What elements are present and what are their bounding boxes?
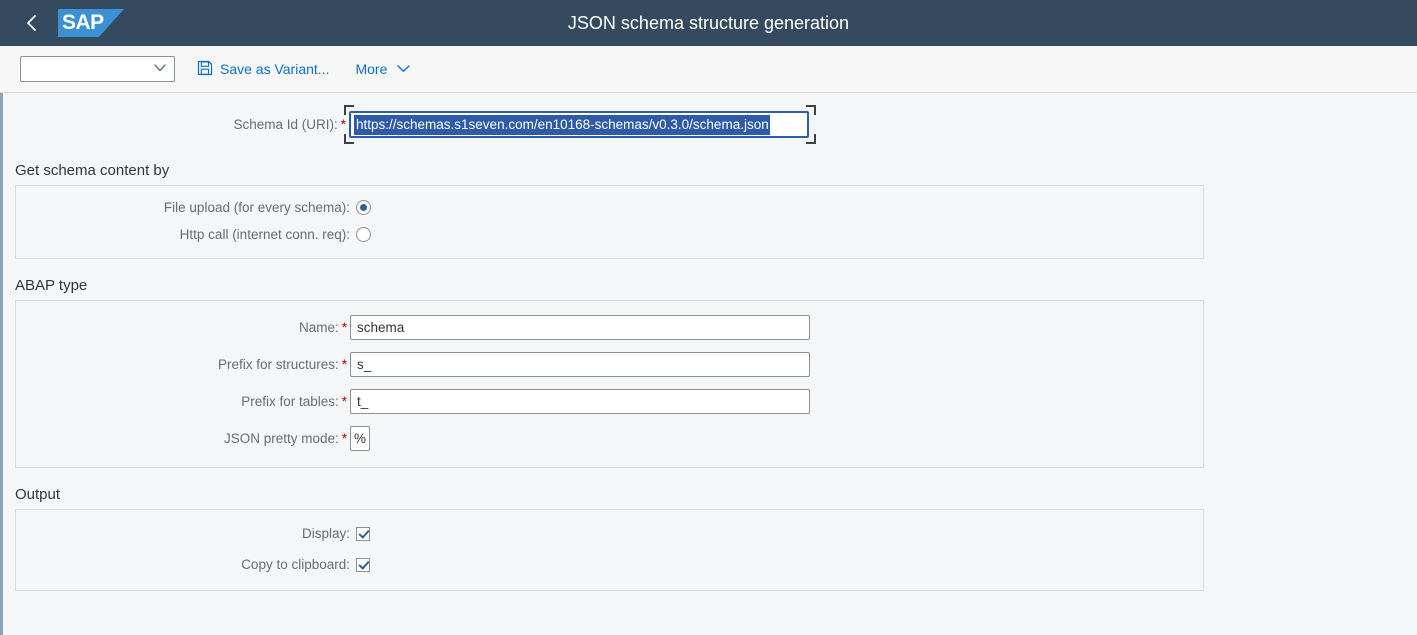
copy-to-clipboard-label: Copy to clipboard: [241,557,350,572]
group-get-schema-content-by: Get schema content by File upload (for e… [3,162,1417,259]
schema-id-value: https://schemas.s1seven.com/en10168-sche… [354,114,770,135]
chevron-left-icon [24,13,40,33]
group-abap-type: ABAP type Name: * Prefix for structures:… [3,277,1417,468]
required-marker: * [341,356,347,372]
schema-id-label-cell: Schema Id (URI): * [3,117,349,132]
row-name: Name: * [16,315,1203,340]
prefix-tables-label-cell: Prefix for tables: * [16,394,350,409]
shell-bar: SAP JSON schema structure generation [0,0,1417,46]
file-upload-label: File upload (for every schema): [163,200,350,215]
prefix-tables-label: Prefix for tables: [241,394,339,409]
variant-toolbar: Save as Variant... More [0,46,1417,93]
json-pretty-mode-input[interactable] [350,426,370,451]
required-marker: * [341,430,347,446]
required-marker: * [340,116,346,132]
file-upload-label-cell: File upload (for every schema): [16,200,350,215]
schema-id-input[interactable]: https://schemas.s1seven.com/en10168-sche… [349,111,809,138]
radio-http-call[interactable] [356,227,371,242]
name-label-cell: Name: * [16,320,350,335]
row-json-pretty-mode: JSON pretty mode: * [16,426,1203,451]
selection-screen: Schema Id (URI): * https://schemas.s1sev… [0,93,1417,635]
radio-file-upload[interactable] [356,200,371,215]
save-floppy-icon [197,60,213,79]
group-panel: Display: Copy to clipboard: [15,509,1204,591]
http-call-label-cell: Http call (internet conn. req): [16,227,350,242]
row-prefix-structures: Prefix for structures: * [16,352,1203,377]
required-marker: * [341,319,347,335]
prefix-structures-label: Prefix for structures: [217,357,339,372]
page-title: JSON schema structure generation [567,12,850,33]
sap-logo-text: SAP [62,11,104,34]
display-label-cell: Display: [16,526,350,541]
sap-logo[interactable]: SAP [58,9,124,37]
prefix-structures-label-cell: Prefix for structures: * [16,357,350,372]
chevron-down-icon [396,61,411,77]
group-panel: File upload (for every schema): Http cal… [15,185,1204,259]
json-pretty-mode-label: JSON pretty mode: [223,431,339,446]
variant-select[interactable] [20,56,175,82]
back-button[interactable] [14,5,50,41]
schema-id-field-wrap: https://schemas.s1seven.com/en10168-sche… [344,105,816,144]
name-input[interactable] [350,315,810,340]
copy-to-clipboard-label-cell: Copy to clipboard: [16,557,350,572]
schema-id-label: Schema Id (URI): [233,117,338,132]
more-button[interactable]: More [355,61,411,77]
group-title: Output [15,486,61,503]
row-display: Display: [16,526,1203,541]
save-as-variant-button[interactable]: Save as Variant... [197,60,329,79]
group-title: Get schema content by [15,162,170,179]
group-title: ABAP type [15,277,88,294]
row-copy-to-clipboard: Copy to clipboard: [16,557,1203,572]
http-call-label: Http call (internet conn. req): [179,227,350,242]
checkbox-display[interactable] [356,526,370,541]
more-label: More [355,61,388,77]
row-file-upload: File upload (for every schema): [16,200,1203,215]
schema-id-row: Schema Id (URI): * https://schemas.s1sev… [3,93,1417,144]
save-as-variant-label: Save as Variant... [220,61,330,77]
checkbox-copy-to-clipboard[interactable] [356,557,370,572]
name-label: Name: [298,320,339,335]
row-prefix-tables: Prefix for tables: * [16,389,1203,414]
row-http-call: Http call (internet conn. req): [16,227,1203,242]
prefix-tables-input[interactable] [350,389,810,414]
prefix-structures-input[interactable] [350,352,810,377]
json-pretty-mode-label-cell: JSON pretty mode: * [16,431,350,446]
display-label: Display: [301,526,350,541]
required-marker: * [341,393,347,409]
group-output: Output Display: Copy to clipboard: [3,486,1417,591]
chevron-down-icon [152,62,168,77]
group-panel: Name: * Prefix for structures: * Prefix … [15,300,1204,468]
